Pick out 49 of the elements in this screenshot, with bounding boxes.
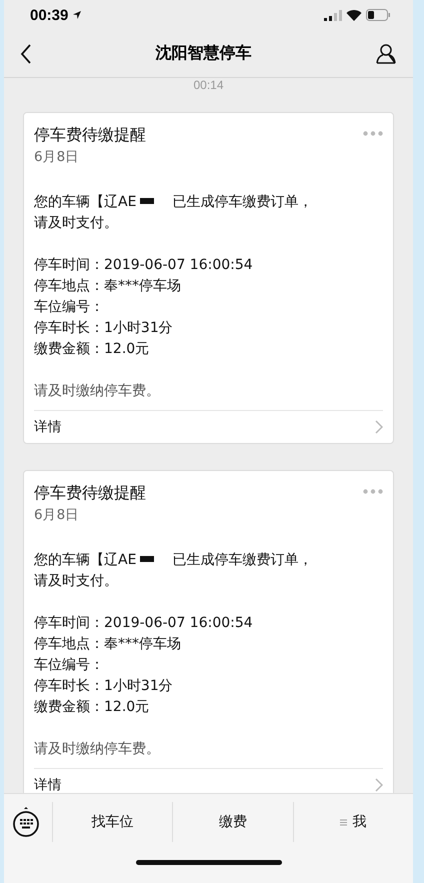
field-value: 1小时31分 — [104, 677, 173, 696]
message-text: 请及时支付。 — [34, 572, 119, 591]
chevron-icon — [375, 778, 383, 792]
field-label: 车位编号： — [34, 298, 104, 317]
card-title: 停车费待缴提醒 — [34, 125, 146, 146]
redaction-mark — [140, 198, 154, 204]
card-date: 6月8日 — [34, 148, 80, 166]
menu-button[interactable]: 我 — [292, 802, 413, 842]
detail-link[interactable]: 详情 — [34, 410, 383, 443]
field-label: 车位编号： — [34, 656, 104, 675]
message-text: 已生成停车缴费订单， — [172, 194, 312, 210]
location-arrow-icon — [72, 10, 82, 20]
field-label: 停车地点： — [34, 277, 104, 296]
field-value: 2019-06-07 16:00:54 — [104, 614, 253, 633]
reminder-text: 请及时缴纳停车费。 — [34, 382, 161, 401]
field-label: 停车时长： — [34, 319, 104, 338]
back-icon[interactable] — [20, 44, 32, 64]
reminder-text: 请及时缴纳停车费。 — [34, 740, 161, 759]
field-value: 奉***停车场 — [104, 635, 181, 654]
battery-icon — [366, 9, 391, 21]
menu-lines-icon — [340, 818, 348, 826]
message-time: 00:14 — [192, 78, 225, 94]
field-value: 2019-06-07 16:00:54 — [104, 256, 253, 275]
field-value: 12.0元 — [104, 340, 150, 359]
field-label: 停车时间： — [34, 256, 104, 275]
message-text: 已生成停车缴费订单， — [172, 552, 312, 568]
field-label: 停车地点： — [34, 635, 104, 654]
keyboard-icon[interactable] — [12, 806, 40, 838]
chevron-icon — [375, 420, 383, 434]
message-text: 请及时支付。 — [34, 214, 119, 233]
field-value: 奉***停车场 — [104, 277, 181, 296]
menu-button[interactable]: 缴费 — [172, 802, 293, 842]
signal-icon — [324, 10, 342, 20]
status-time: 00:39 — [30, 6, 68, 24]
plate-text: 您的车辆【辽AE — [34, 552, 136, 568]
nav-title: 沈阳智慧停车 — [154, 43, 252, 64]
person-icon[interactable] — [375, 42, 397, 64]
plate-text: 您的车辆【辽AE — [34, 194, 136, 210]
field-label: 停车时间： — [34, 614, 104, 633]
field-value: 1小时31分 — [104, 319, 173, 338]
field-value: 12.0元 — [104, 698, 150, 717]
card-date: 6月8日 — [34, 506, 80, 524]
field-label: 停车时长： — [34, 677, 104, 696]
menu-button[interactable]: 找车位 — [52, 802, 172, 842]
card-title: 停车费待缴提醒 — [34, 483, 146, 504]
redaction-mark — [140, 556, 154, 562]
wifi-icon — [346, 9, 362, 21]
field-label: 缴费金额： — [34, 340, 104, 359]
field-label: 缴费金额： — [34, 698, 104, 717]
